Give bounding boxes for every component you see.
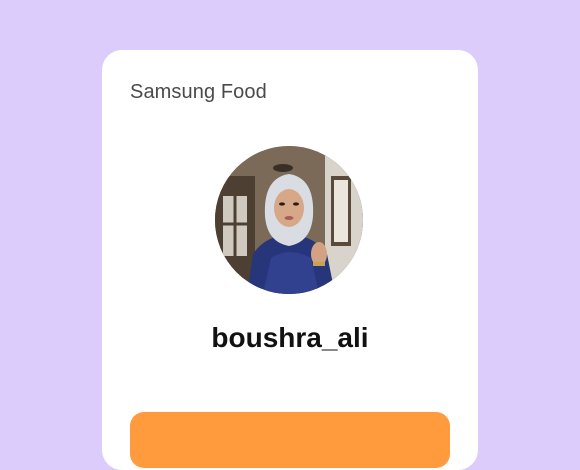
username: boushra_ali [211,322,369,353]
avatar-photo [215,146,363,294]
primary-action-button[interactable] [130,412,450,468]
profile-card: Samsung Food boushra_ali [102,50,478,470]
brand-name: Samsung Food [130,81,267,103]
profile-avatar [215,146,363,294]
